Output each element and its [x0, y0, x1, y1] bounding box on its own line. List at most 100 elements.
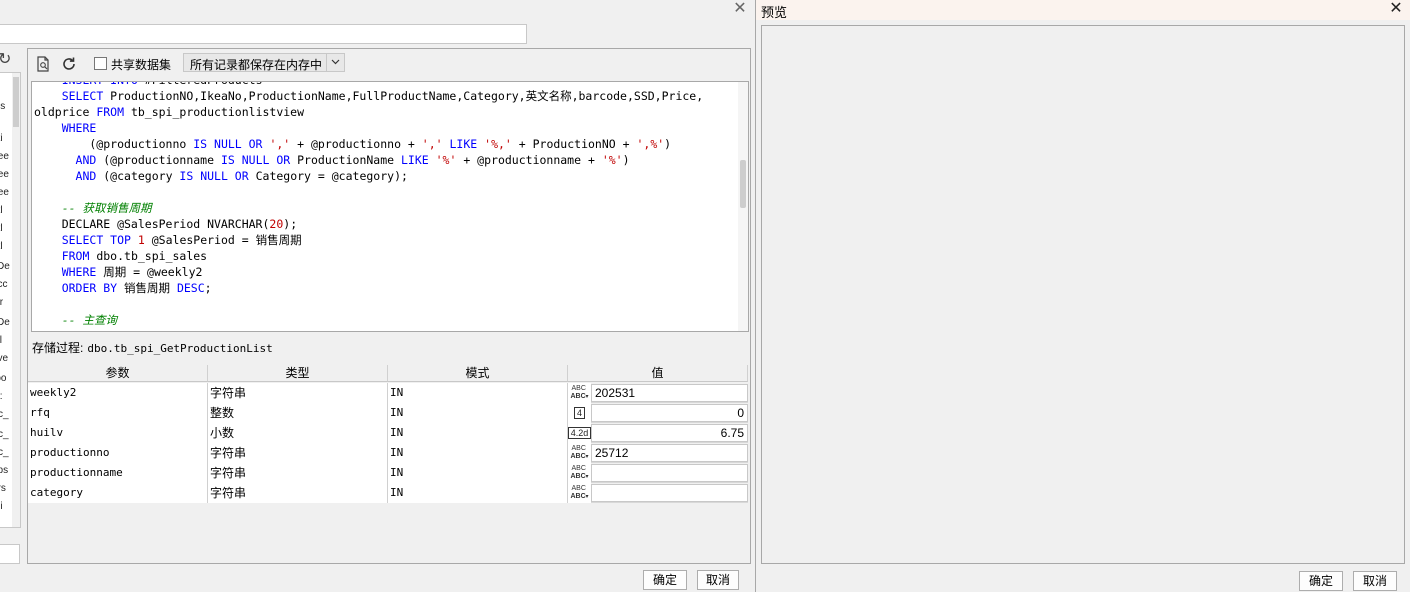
param-mode-cell: IN [388, 463, 568, 483]
refresh-icon[interactable] [59, 54, 79, 74]
param-type-cell: 字符串 [208, 443, 388, 463]
share-dataset-label: 共享数据集 [111, 58, 172, 72]
code-token: SELECT [61, 89, 104, 103]
int-icon-label: 4 [573, 407, 585, 419]
memory-mode-select[interactable]: 所有记录都保存在内存中 [183, 53, 345, 72]
decimal-icon[interactable]: 4.2d [567, 423, 592, 443]
code-token: 1 [137, 233, 145, 247]
preview-ok-button[interactable]: 确定 [1299, 571, 1343, 591]
abc-icon[interactable]: ABC ABC ▾ [568, 443, 591, 463]
code-token: (@productionname [96, 153, 221, 167]
int-icon[interactable]: 4 [568, 403, 591, 423]
object-list-item[interactable]: zDe [0, 317, 10, 329]
code-token: ',%' [636, 137, 665, 151]
object-list-item[interactable]: c_ [0, 447, 10, 459]
strip-bottom-input[interactable] [0, 544, 20, 564]
column-header[interactable]: 值 [568, 365, 748, 382]
code-token: DESC [176, 281, 205, 295]
param-value-input[interactable]: 202531 [591, 384, 748, 402]
code-token: LIKE [400, 153, 429, 167]
object-list-item[interactable]: ors [0, 483, 10, 495]
column-header[interactable]: 参数 [28, 365, 208, 382]
sql-code-text[interactable]: INSERT INTO #FilteredProducts SELECT Pro… [34, 82, 740, 328]
object-list-item[interactable]: ty: [0, 391, 10, 403]
object-list-item[interactable]: str [0, 297, 10, 309]
param-value-input[interactable]: 0 [591, 404, 748, 422]
abc-icon[interactable]: ABC ABC ▾ [568, 483, 591, 503]
abc-icon[interactable]: ABC ABC ▾ [568, 463, 591, 483]
object-list-item[interactable]: Yee [0, 169, 10, 181]
code-token: dbo.tb_spi_sales [89, 249, 208, 263]
object-list-item[interactable]: _cc [0, 279, 10, 291]
sql-code-editor[interactable]: INSERT INTO #FilteredProducts SELECT Pro… [31, 81, 749, 332]
column-header[interactable]: 类型 [208, 365, 388, 382]
param-mode-cell: IN [388, 423, 568, 443]
strip-refresh-icon[interactable]: ↻ [0, 50, 18, 72]
object-list-item[interactable]: _ps [0, 465, 10, 477]
object-list-item[interactable]: tyl [0, 335, 10, 347]
preview-page-icon[interactable] [33, 54, 53, 74]
object-list-item[interactable]: atl [0, 223, 10, 235]
param-name-cell: productionno [28, 443, 208, 463]
code-scrollbar[interactable] [738, 82, 748, 331]
code-token: ',' [421, 137, 443, 151]
code-token: IS NULL OR [220, 153, 291, 167]
code-token: ) [664, 137, 672, 151]
object-list-item[interactable]: c_ [0, 429, 10, 441]
object-list-item[interactable]: Yee [0, 151, 10, 163]
code-line: WHERE 周期 = @weekly2 [34, 264, 740, 280]
object-list-item[interactable]: ati [0, 133, 10, 145]
top-input-field[interactable] [0, 24, 527, 44]
abc-icon[interactable]: ABC ABC ▾ [568, 383, 591, 403]
preview-close-icon[interactable]: ✕ [1387, 1, 1405, 19]
param-value-input[interactable]: 6.75 [591, 424, 748, 442]
param-value-input[interactable] [591, 464, 748, 482]
code-token: ProductionName [290, 153, 401, 167]
object-list-item[interactable]: rsi [0, 501, 10, 513]
object-list-item[interactable]: ls [0, 101, 10, 113]
object-list-item[interactable]: sDe [0, 261, 10, 273]
column-header[interactable]: 模式 [388, 365, 568, 382]
left-close-icon[interactable]: ✕ [731, 1, 749, 19]
code-token: WHERE [61, 121, 97, 135]
object-list-item[interactable]: atl [0, 241, 10, 253]
param-name-cell: huilv [28, 423, 208, 443]
code-line: -- 主查询 [34, 312, 740, 328]
param-type-cell: 小数 [208, 423, 388, 443]
cancel-button[interactable]: 取消 [697, 570, 739, 590]
object-list-item[interactable]: ave [0, 353, 10, 365]
object-list-item[interactable]: atl [0, 205, 10, 217]
code-token: '%,' [484, 137, 512, 151]
object-list-item[interactable]: Yee [0, 187, 10, 199]
code-token: ; [204, 281, 212, 295]
code-token: -- 主查询 [61, 313, 117, 327]
code-token: IS NULL OR [179, 169, 249, 183]
strip-scrollbar[interactable] [12, 73, 20, 527]
code-line: ORDER BY 销售周期 DESC; [34, 280, 740, 296]
chevron-down-icon[interactable] [326, 54, 344, 71]
code-line: AND (@productionname IS NULL OR Producti… [34, 152, 740, 168]
left-object-list[interactable]: ls ati Yee Yee Yee atl atl atl sDe _ccstr zDe tyl av… [0, 72, 21, 528]
code-token: oldprice [34, 105, 97, 119]
code-line: AND (@category IS NULL OR Category = @ca… [34, 168, 740, 184]
object-list-item[interactable]: c_ [0, 409, 10, 421]
code-token: @SalesPeriod = 销售周期 [144, 233, 302, 247]
strip-scroll-thumb[interactable] [13, 77, 19, 127]
query-dialog: ✕ ↻ ls ati Yee Yee Yee atl atl atl sDe _ccstr zDe t… [0, 0, 755, 592]
code-scroll-thumb[interactable] [740, 160, 746, 208]
code-token: '%' [601, 153, 623, 167]
object-list-item[interactable]: roo [0, 373, 10, 385]
param-mode-cell: IN [388, 443, 568, 463]
preview-cancel-button[interactable]: 取消 [1353, 571, 1397, 591]
param-value-input[interactable]: 25712 [591, 444, 748, 462]
share-dataset-checkbox[interactable] [94, 57, 107, 70]
ok-button[interactable]: 确定 [643, 570, 687, 590]
param-value-input[interactable] [591, 484, 748, 502]
